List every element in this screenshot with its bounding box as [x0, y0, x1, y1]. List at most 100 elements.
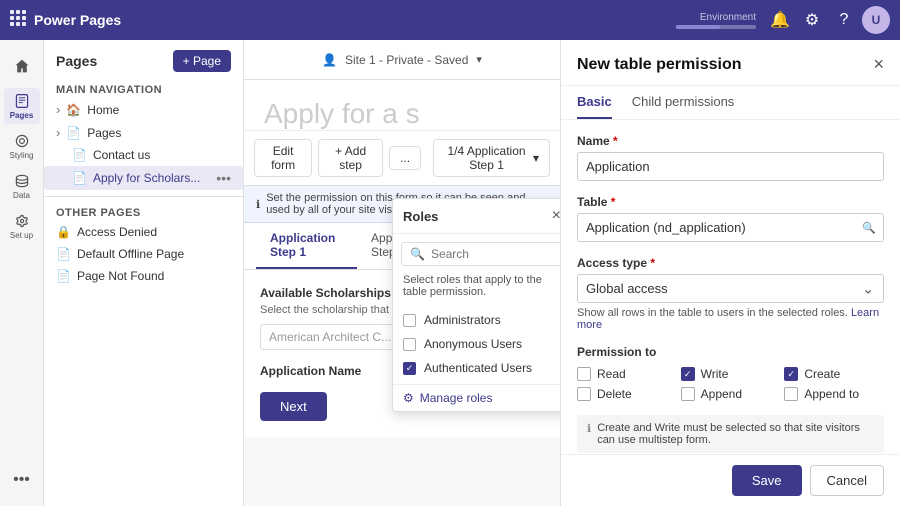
delete-checkbox[interactable] — [577, 387, 591, 401]
access-type-label: Access type * — [577, 256, 884, 270]
role-item-admin[interactable]: Administrators — [393, 308, 560, 332]
sidebar-home-btn[interactable] — [4, 48, 40, 84]
site-person-icon: 👤 — [322, 53, 337, 67]
panel-tab-basic[interactable]: Basic — [577, 86, 612, 119]
admin-checkbox[interactable] — [403, 314, 416, 327]
notice-icon: ℹ — [587, 422, 591, 435]
table-search-wrap — [577, 213, 884, 242]
avatar: U — [862, 6, 890, 34]
topbar-right: Environment 🔔 ⚙ ? U — [676, 6, 890, 34]
perm-append: Append — [681, 387, 781, 401]
nav-access-label: Access Denied — [77, 225, 157, 239]
permission-to-label: Permission to — [577, 345, 884, 359]
sidebar-data-btn[interactable]: Data — [4, 168, 40, 204]
right-panel: New table permission × Basic Child permi… — [560, 40, 900, 506]
help-button[interactable]: ? — [830, 6, 858, 34]
tab-step1[interactable]: Application Step 1 — [256, 223, 357, 269]
sidebar-pages-btn[interactable]: Pages — [4, 88, 40, 124]
manage-roles-label: Manage roles — [420, 391, 493, 405]
pages-header: Pages + Page — [44, 40, 243, 80]
appendto-checkbox[interactable] — [784, 387, 798, 401]
step-selector-label: 1/4 Application Step 1 — [444, 144, 529, 172]
access-type-select[interactable]: Global access Account Self — [577, 274, 884, 303]
nav-item-contact[interactable]: 📄 Contact us — [44, 144, 243, 166]
perm-write: ✓ Write — [681, 367, 781, 381]
settings-button[interactable]: ⚙ — [798, 6, 826, 34]
admin-label: Administrators — [424, 313, 501, 327]
nav-item-pages[interactable]: › 📄 Pages — [44, 121, 243, 144]
access-info-text: Show all rows in the table to users in t… — [577, 307, 884, 331]
nav-pages-label: Pages — [87, 126, 121, 140]
notice-text: Create and Write must be selected so tha… — [597, 422, 874, 446]
appendto-label: Append to — [804, 387, 859, 401]
save-button[interactable]: Save — [732, 465, 802, 496]
perm-read: Read — [577, 367, 677, 381]
nav-icon-pages: 📄 — [66, 126, 81, 140]
table-input[interactable] — [577, 213, 884, 242]
right-panel-title: New table permission — [577, 56, 742, 74]
table-field-group: Table * — [577, 195, 884, 242]
edit-form-button[interactable]: Edit form — [254, 139, 312, 177]
roles-list: Administrators Anonymous Users ✓ Authent… — [393, 304, 560, 384]
nav-offline-label: Default Offline Page — [77, 247, 184, 261]
create-checkbox[interactable]: ✓ — [784, 367, 798, 381]
nav-icon-offline: 📄 — [56, 247, 71, 261]
anon-checkbox[interactable] — [403, 338, 416, 351]
nav-contact-label: Contact us — [93, 148, 150, 162]
append-label: Append — [701, 387, 742, 401]
next-button[interactable]: Next — [260, 392, 327, 421]
add-page-button[interactable]: + Page — [173, 50, 231, 72]
pages-panel: Pages + Page Main navigation › 🏠 Home › … — [44, 40, 244, 506]
manage-roles-link[interactable]: ⚙ Manage roles — [393, 384, 560, 411]
roles-search-input[interactable] — [431, 247, 560, 261]
nav-item-apply[interactable]: 📄 Apply for Scholars... ••• — [44, 166, 243, 190]
append-checkbox[interactable] — [681, 387, 695, 401]
roles-popup-title: Roles — [403, 209, 438, 224]
nav-icon-lock: 🔒 — [56, 225, 71, 239]
icon-sidebar: Pages Styling Data Set up ••• — [0, 40, 44, 506]
content-topbar: 👤 Site 1 - Private - Saved ▾ — [244, 40, 560, 80]
step-selector-chevron: ▾ — [533, 151, 539, 165]
create-label: Create — [804, 367, 840, 381]
sidebar-setup-btn[interactable]: Set up — [4, 208, 40, 244]
panel-tab-child[interactable]: Child permissions — [632, 86, 735, 119]
nav-home-label: Home — [87, 103, 119, 117]
step-selector-button[interactable]: 1/4 Application Step 1 ▾ — [433, 139, 550, 177]
table-label: Table * — [577, 195, 884, 209]
sidebar-styling-btn[interactable]: Styling — [4, 128, 40, 164]
nav-icon-apply: 📄 — [72, 171, 87, 185]
right-panel-close[interactable]: × — [873, 54, 884, 75]
nav-item-offline[interactable]: 📄 Default Offline Page — [44, 243, 243, 265]
pages-chevron-icon: › — [56, 125, 60, 140]
nav-icon-house: 🏠 — [66, 103, 81, 117]
grid-icon — [10, 10, 26, 31]
nav-item-notfound[interactable]: 📄 Page Not Found — [44, 265, 243, 287]
perm-appendto: Append to — [784, 387, 884, 401]
nav-apply-more-icon[interactable]: ••• — [216, 170, 231, 186]
info-icon: ℹ — [256, 198, 260, 211]
panel-body: Name * Table * Access type * — [561, 120, 900, 454]
add-step-button[interactable]: + Add step — [318, 139, 383, 177]
manage-roles-icon: ⚙ — [403, 391, 414, 405]
role-item-auth[interactable]: ✓ Authenticated Users — [393, 356, 560, 380]
sidebar-more-btn[interactable]: ••• — [4, 462, 40, 498]
roles-search-box: 🔍 — [401, 242, 560, 266]
other-pages-label: Other pages — [44, 203, 243, 221]
notification-button[interactable]: 🔔 — [766, 6, 794, 34]
more-button[interactable]: ... — [389, 146, 421, 170]
permission-grid: Read ✓ Write ✓ Create Delete — [577, 367, 884, 401]
cancel-button[interactable]: Cancel — [810, 465, 884, 496]
name-input[interactable] — [577, 152, 884, 181]
topbar: Power Pages Environment 🔔 ⚙ ? U — [0, 0, 900, 40]
content-area: 👤 Site 1 - Private - Saved ▾ Apply for a… — [244, 40, 560, 506]
write-checkbox[interactable]: ✓ — [681, 367, 695, 381]
nav-item-home[interactable]: › 🏠 Home — [44, 98, 243, 121]
roles-popup: Roles × 🔍 Select roles that apply to the… — [392, 198, 560, 412]
role-item-anon[interactable]: Anonymous Users — [393, 332, 560, 356]
read-checkbox[interactable] — [577, 367, 591, 381]
permission-to-group: Permission to Read ✓ Write ✓ Create — [577, 345, 884, 401]
nav-item-access-denied[interactable]: 🔒 Access Denied — [44, 221, 243, 243]
roles-popup-close[interactable]: × — [552, 207, 560, 225]
auth-checkbox[interactable]: ✓ — [403, 362, 416, 375]
access-type-group: Access type * Global access Account Self… — [577, 256, 884, 331]
